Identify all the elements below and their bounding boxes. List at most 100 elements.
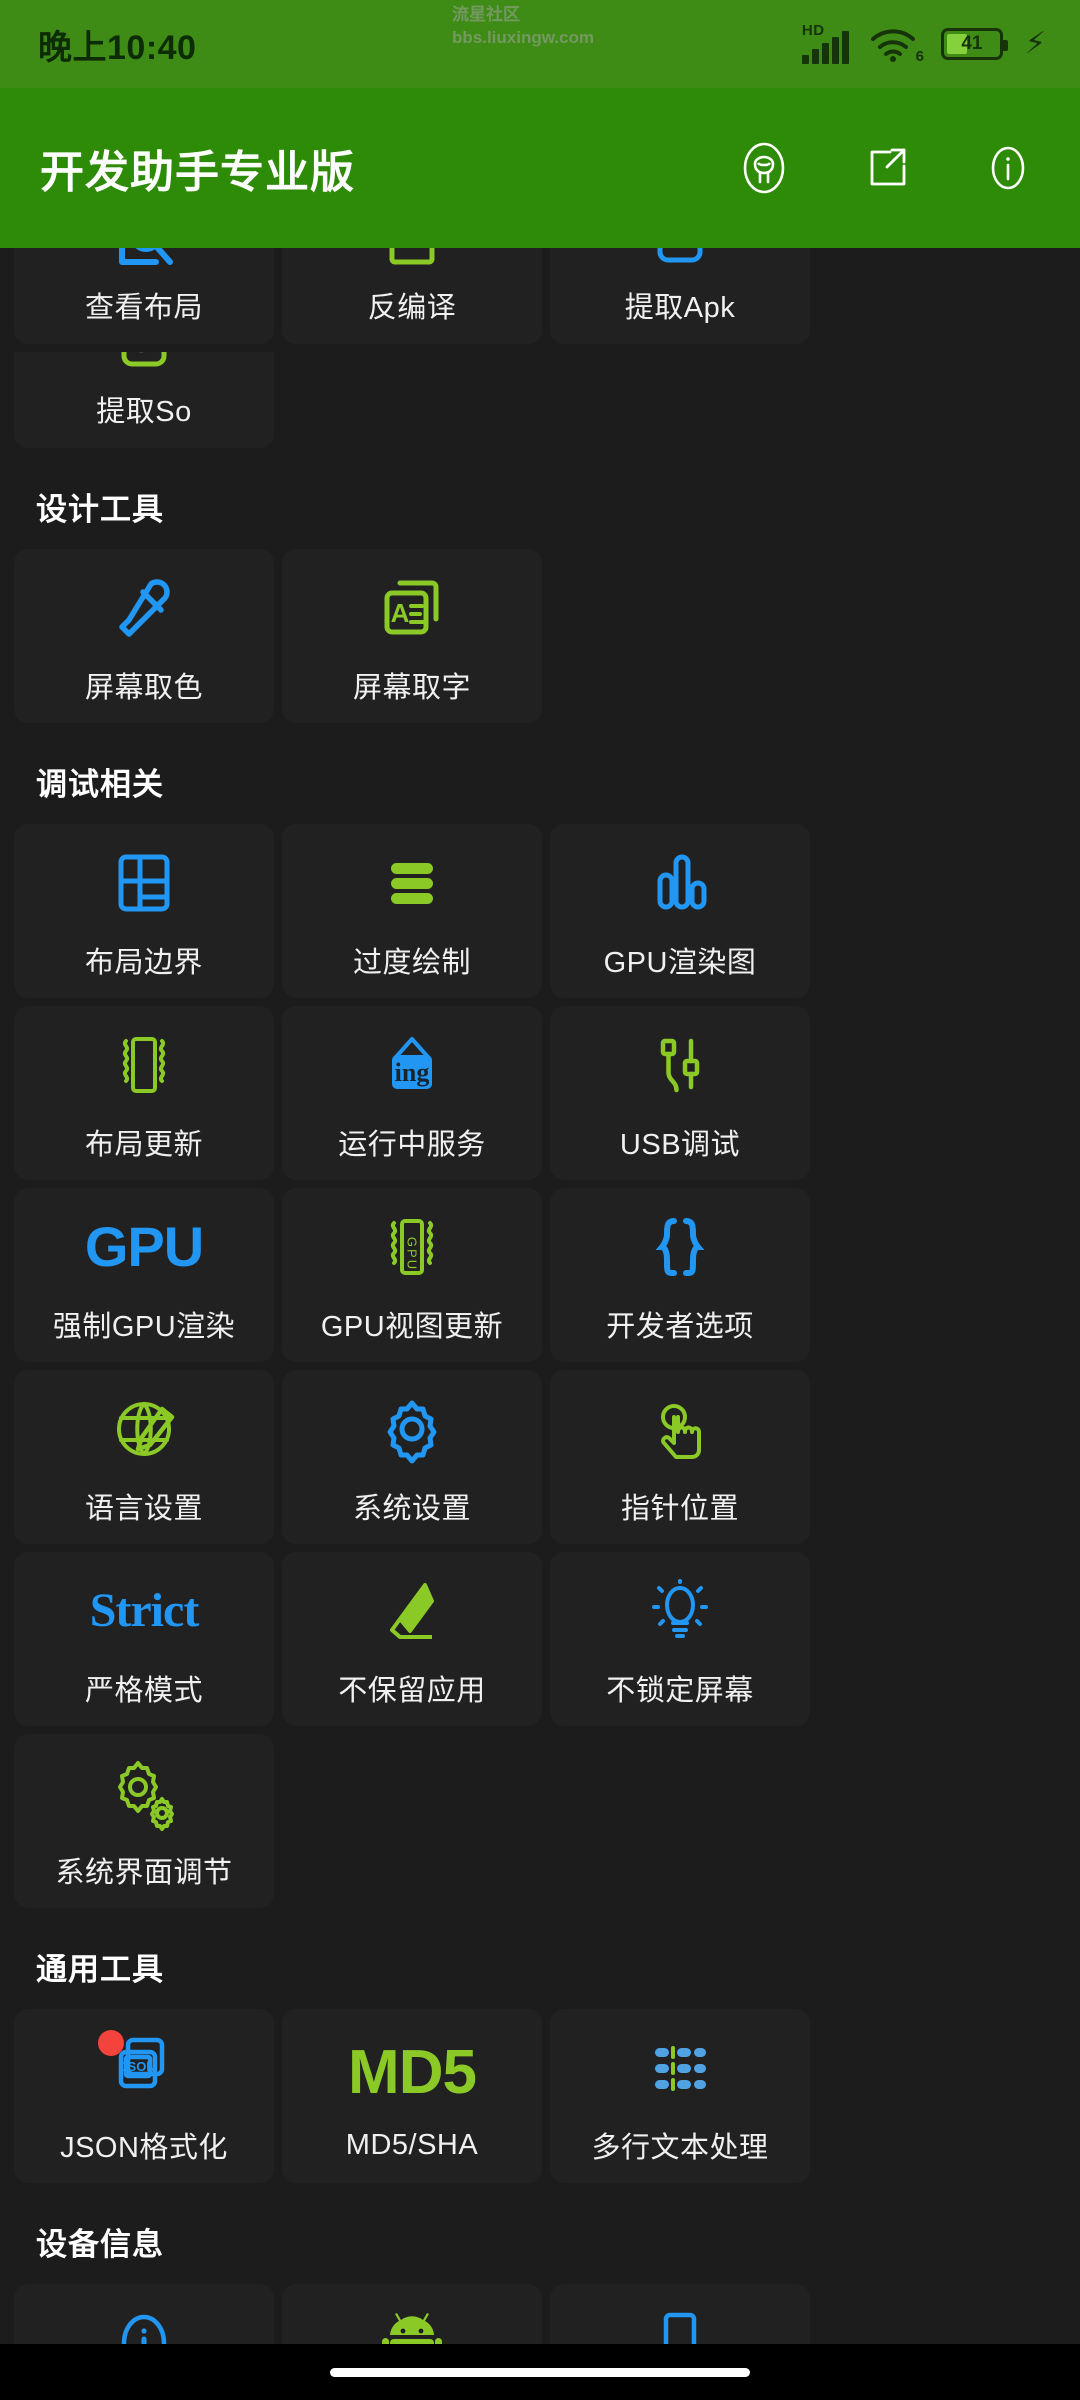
section-grid-general-tools: JSON JSON格式化 MD5 MD5/SHA 多行文本处理 bbox=[14, 2009, 1066, 2183]
tool-tile-bujugengxin[interactable]: 布局更新 bbox=[14, 1006, 274, 1180]
tool-tile-gpuxuanrantu[interactable]: GPU渲染图 bbox=[550, 824, 810, 998]
usb-cable-icon bbox=[638, 1023, 722, 1107]
charging-bolt-icon: ⚡ bbox=[1024, 27, 1046, 60]
tool-label: 查看布局 bbox=[84, 292, 203, 324]
tool-tile-pingmuquse[interactable]: 屏幕取色 bbox=[14, 549, 274, 723]
apk-extract-icon: APK bbox=[638, 248, 722, 286]
layout-inspect-icon bbox=[102, 248, 186, 286]
gpu-text: GPU bbox=[84, 1215, 204, 1278]
strict-text-icon: Strict bbox=[89, 1569, 200, 1653]
svg-text:A: A bbox=[391, 598, 410, 628]
layout-update-icon bbox=[102, 1023, 186, 1107]
tool-tile-kaifazhexuanxiang[interactable]: 开发者选项 bbox=[550, 1188, 810, 1362]
tool-tile-chakanbuju[interactable]: 查看布局 bbox=[14, 248, 274, 344]
tool-tile-xitongshezhi[interactable]: 系统设置 bbox=[282, 1370, 542, 1544]
tool-label: 运行中服务 bbox=[338, 1129, 486, 1161]
tool-tile-bujubianjie[interactable]: 布局边界 bbox=[14, 824, 274, 998]
svg-text:JSON: JSON bbox=[120, 2059, 155, 2074]
globe-pencil-icon bbox=[102, 1387, 186, 1471]
github-icon[interactable] bbox=[736, 140, 792, 196]
tool-label: 提取Apk bbox=[624, 292, 736, 324]
tool-tile-tiquso[interactable]: C ++ 提取So bbox=[14, 352, 274, 448]
watermark-line1: 流星社区 bbox=[452, 5, 520, 24]
svg-text:APK: APK bbox=[664, 248, 696, 251]
tool-label: 系统界面调节 bbox=[55, 1857, 233, 1889]
section-title-debug-related: 调试相关 bbox=[36, 767, 164, 802]
tool-label: 反编译 bbox=[367, 292, 457, 324]
svg-text:GPU: GPU bbox=[405, 1237, 420, 1271]
tool-label: MD5/SHA bbox=[345, 2128, 479, 2161]
tool-label: 屏幕取色 bbox=[84, 672, 203, 704]
braces-icon bbox=[638, 1205, 722, 1289]
tool-tile-gpushitugengxin[interactable]: GPU GPU视图更新 bbox=[282, 1188, 542, 1362]
md5-text-icon: MD5 bbox=[348, 2031, 477, 2115]
bulb-icon bbox=[638, 1569, 722, 1653]
pointer-tap-icon bbox=[638, 1387, 722, 1471]
tool-tile-guodhuizhi[interactable]: 过度绘制 bbox=[282, 824, 542, 998]
eraser-icon bbox=[370, 1569, 454, 1653]
tool-tile-yangemoshi[interactable]: Strict 严格模式 bbox=[14, 1552, 274, 1726]
tool-label: GPU视图更新 bbox=[320, 1311, 504, 1343]
tool-tile-jsongeshihua[interactable]: JSON JSON格式化 bbox=[14, 2009, 274, 2183]
status-icons: HD 6 41 ⚡ bbox=[801, 22, 1046, 65]
tool-tile-fanbianyi[interactable]: 反编译 bbox=[282, 248, 542, 344]
share-icon[interactable] bbox=[858, 140, 914, 196]
tool-sections: 查看布局 反编译 APK 提取Apk bbox=[0, 248, 1080, 2400]
tool-label: 多行文本处理 bbox=[591, 2132, 769, 2164]
app-screen: 晚上10:40 流星社区 bbs.liuxingw.com HD 6 41 ⚡ … bbox=[0, 0, 1080, 2400]
gears-icon bbox=[102, 1751, 186, 1835]
svg-text:C: C bbox=[131, 352, 148, 358]
tool-tile-md5sha[interactable]: MD5 MD5/SHA bbox=[282, 2009, 542, 2183]
tool-tile-xitongjiemiantiaojie[interactable]: 系统界面调节 bbox=[14, 1734, 274, 1908]
notification-badge bbox=[98, 2030, 124, 2056]
tool-label: 开发者选项 bbox=[606, 1311, 754, 1343]
section-title-general-tools: 通用工具 bbox=[36, 1952, 164, 1987]
tool-label: 过度绘制 bbox=[352, 947, 471, 979]
tool-label: 强制GPU渲染 bbox=[52, 1311, 236, 1343]
tool-label: 屏幕取字 bbox=[352, 672, 471, 704]
tool-tile-yuyanshezhi[interactable]: 语言设置 bbox=[14, 1370, 274, 1544]
json-format-icon: JSON bbox=[98, 2026, 186, 2110]
tool-tile-qiangzhigpu[interactable]: GPU 强制GPU渲染 bbox=[14, 1188, 274, 1362]
tool-tile-bubaoliuyingyong[interactable]: 不保留应用 bbox=[282, 1552, 542, 1726]
tool-label: 布局边界 bbox=[84, 947, 203, 979]
strict-text: Strict bbox=[89, 1584, 200, 1637]
home-indicator[interactable] bbox=[330, 2367, 750, 2377]
battery-percent-label: 41 bbox=[961, 33, 983, 54]
tool-tile-duoxingwenben[interactable]: 多行文本处理 bbox=[550, 2009, 810, 2183]
eyedropper-icon bbox=[102, 566, 186, 650]
info-icon[interactable] bbox=[980, 140, 1036, 196]
tool-tile-tiquapk[interactable]: APK 提取Apk bbox=[550, 248, 810, 344]
tool-label: 系统设置 bbox=[352, 1493, 471, 1525]
tool-tile-busuodingpingmu[interactable]: 不锁定屏幕 bbox=[550, 1552, 810, 1726]
tool-label: 提取So bbox=[96, 396, 192, 428]
tool-label: 语言设置 bbox=[84, 1493, 203, 1525]
tool-label: 布局更新 bbox=[84, 1129, 203, 1161]
tool-tile-yunxingzhongfuwu[interactable]: ing 运行中服务 bbox=[282, 1006, 542, 1180]
running-services-icon: ing bbox=[370, 1023, 454, 1107]
gear-icon bbox=[370, 1387, 454, 1471]
gpu-text-icon: GPU bbox=[84, 1205, 204, 1289]
svg-text:ing: ing bbox=[395, 1058, 430, 1087]
app-bar-actions bbox=[736, 140, 1036, 196]
gpu-profile-bars-icon bbox=[638, 841, 722, 925]
wifi-generation-label: 6 bbox=[915, 48, 924, 65]
tool-tile-usbtiaoshi[interactable]: USB调试 bbox=[550, 1006, 810, 1180]
status-bar: 晚上10:40 流星社区 bbs.liuxingw.com HD 6 41 ⚡ bbox=[0, 0, 1080, 88]
tool-label: 不保留应用 bbox=[338, 1675, 486, 1707]
navigation-bar bbox=[0, 2344, 1080, 2400]
tool-tile-zhizhenweizhi[interactable]: 指针位置 bbox=[550, 1370, 810, 1544]
tool-label: JSON格式化 bbox=[60, 2132, 228, 2164]
cellular-signal-icon: HD bbox=[801, 22, 849, 64]
decompile-icon bbox=[370, 248, 454, 286]
tool-tile-pingmuquzi[interactable]: A 屏幕取字 bbox=[282, 549, 542, 723]
page-title: 开发助手专业版 bbox=[40, 148, 355, 197]
app-bar: 开发助手专业版 bbox=[0, 88, 1080, 248]
tool-label: 不锁定屏幕 bbox=[606, 1675, 754, 1707]
layout-bounds-icon bbox=[102, 841, 186, 925]
gpu-view-update-icon: GPU bbox=[370, 1205, 454, 1289]
section-title-design-tools: 设计工具 bbox=[36, 492, 164, 527]
tool-label: GPU渲染图 bbox=[603, 947, 757, 979]
section-grid-debug-related: 布局边界 过度绘制 GPU渲染图 布局更新 ing 运行中服务 USB调试 GP… bbox=[14, 824, 1066, 1908]
md5-text: MD5 bbox=[348, 2037, 477, 2107]
